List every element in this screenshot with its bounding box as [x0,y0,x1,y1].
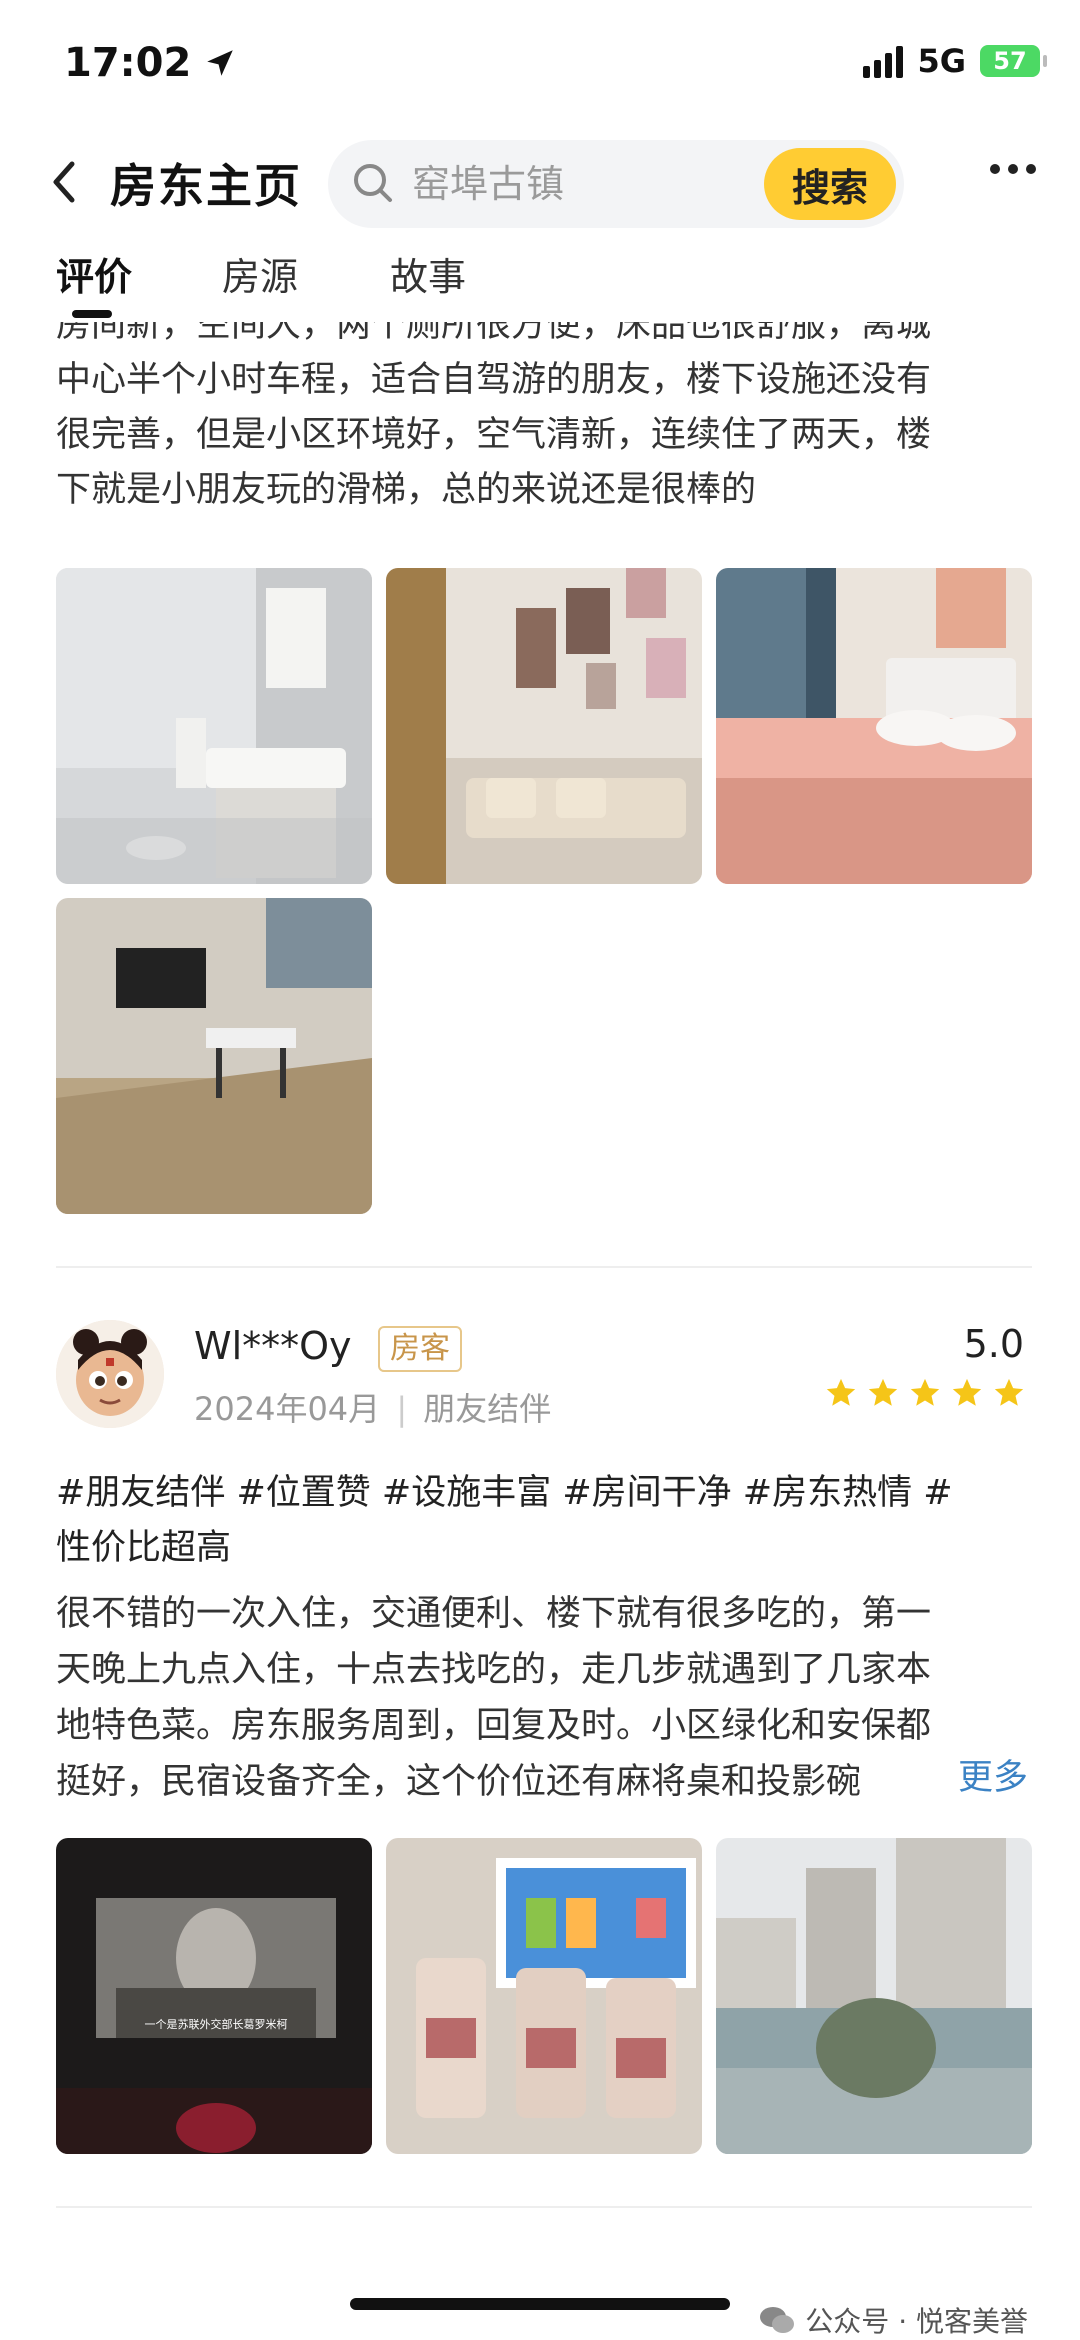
star-icon [826,1378,856,1406]
status-indicators: 5G 57 [863,42,1047,80]
chevron-left-icon [53,161,75,203]
status-time-text: 17:02 [64,40,192,86]
tab-reviews[interactable]: 评价 [56,246,132,301]
review-photo-bedroom[interactable] [716,568,1032,884]
home-indicator[interactable] [350,2298,730,2310]
wechat-icon [760,2307,795,2333]
page-title: 房东主页 [110,159,302,213]
tab-active-indicator [72,310,112,318]
search-input[interactable] [412,140,742,228]
search-bar[interactable]: 搜索 [328,140,904,228]
search-icon [354,164,392,202]
review-meta: 2024年04月 | 朋友结伴 [194,1390,552,1428]
reviewer-name[interactable]: Wl***Oy [194,1324,352,1368]
watermark-text: 公众号 · 悦客美誉 [805,2305,1028,2338]
review-photo-city-view[interactable] [716,1838,1032,2154]
divider [56,2206,1032,2208]
review-line: 中心半个小时车程，适合自驾游的朋友，楼下设施还没有 [56,360,932,400]
review-line: 下就是小朋友玩的滑梯，总的来说还是很棒的 [56,470,757,510]
avatar[interactable] [56,1320,164,1428]
rating-stars [824,1376,1026,1410]
battery-level: 57 [993,47,1027,75]
tab-listings[interactable]: 房源 [222,246,298,301]
location-arrow-icon [207,50,234,76]
star-icon [994,1378,1024,1406]
tab-stories[interactable]: 故事 [390,246,466,301]
review-line: 很完善，但是小区环境好，空气清新，连续住了两天，楼 [56,415,932,455]
guest-badge: 房客 [378,1326,462,1372]
expand-more-link[interactable]: 更多 [917,1750,1028,1806]
tags-line: #朋友结伴 #位置赞 #设施丰富 #房间干净 #房东热情 # [56,1473,953,1513]
battery-icon: 57 [980,45,1047,77]
review-photo-tatami-room[interactable] [56,898,372,1214]
star-icon [952,1378,982,1406]
tags-line: 性价比超高 [56,1528,232,1568]
review-line: 地特色菜。房东服务周到，回复及时。小区绿化和安保都 [56,1706,932,1746]
star-icon [868,1378,898,1406]
review-line: 天晚上九点入住，十点去找吃的，走几步就遇到了几家本 [56,1650,932,1690]
review-score: 5.0 [963,1322,1024,1366]
review-photo-bathroom[interactable] [56,568,372,884]
divider [56,1266,1032,1268]
review-date: 2024年04月 [194,1390,381,1428]
review-text: 房间新，空间大，两个厕所很方便，床品也很舒服，离城 中心半个小时车程，适合自驾游… [56,322,1032,538]
network-type: 5G [917,42,966,80]
review-line: 挺好，民宿设备齐全，这个价位还有麻将桌和投影碗 [56,1762,862,1802]
star-icon [910,1378,940,1406]
review-body: 很不错的一次入住，交通便利、楼下就有很多吃的，第一 天晚上九点入住，十点去找吃的… [56,1586,1036,1810]
search-button[interactable]: 搜索 [764,148,896,220]
photo-caption: 一个是苏联外交部长葛罗米柯 [145,2017,288,2031]
review-photo-living-room[interactable] [386,568,702,884]
status-time: 17:02 [64,40,237,86]
review-photo-drinks[interactable] [386,1838,702,2154]
more-options-icon[interactable] [990,164,1036,174]
signal-icon [863,44,904,78]
back-button[interactable] [44,152,84,212]
watermark: 公众号 · 悦客美誉 [759,2300,1028,2340]
review-line: 房间新，空间大，两个厕所很方便，床品也很舒服，离城 [56,322,932,345]
review-line: 很不错的一次入住，交通便利、楼下就有很多吃的，第一 [56,1594,932,1634]
review-tags: #朋友结伴 #位置赞 #设施丰富 #房间干净 #房东热情 # 性价比超高 [56,1466,1036,1576]
review-photo-projector[interactable]: 一个是苏联外交部长葛罗米柯 [56,1838,372,2154]
trip-type: 朋友结伴 [423,1390,552,1428]
